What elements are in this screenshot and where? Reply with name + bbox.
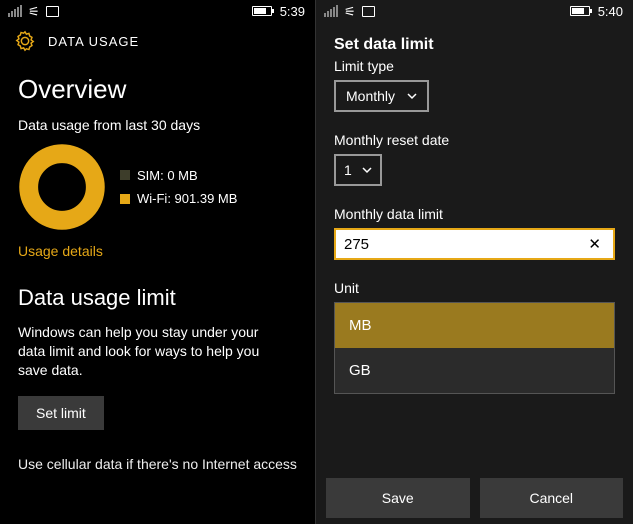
unit-option-mb[interactable]: MB <box>335 303 614 348</box>
overview-period: Data usage from last 30 days <box>18 117 299 133</box>
limit-type-select[interactable]: Monthly <box>334 80 429 112</box>
signal-icon <box>324 5 338 17</box>
signal-icon <box>8 5 22 17</box>
usage-donut-chart <box>18 143 106 231</box>
legend-wifi-label: Wi-Fi: 901.39 MB <box>137 187 237 210</box>
set-limit-button[interactable]: Set limit <box>18 396 104 430</box>
limit-type-label: Limit type <box>334 58 615 74</box>
gear-icon <box>14 30 36 52</box>
message-icon <box>362 6 375 17</box>
data-usage-screen: ⚟ 5:39 DATA USAGE Overview Data usage fr… <box>0 0 316 524</box>
unit-label: Unit <box>334 280 615 296</box>
message-icon <box>46 6 59 17</box>
usage-details-link[interactable]: Usage details <box>18 243 103 259</box>
legend-swatch-sim <box>120 170 130 180</box>
chevron-down-icon <box>362 165 372 175</box>
page-header: DATA USAGE <box>0 22 315 62</box>
legend-swatch-wifi <box>120 194 130 204</box>
wifi-icon: ⚟ <box>28 5 40 18</box>
status-bar: ⚟ 5:39 <box>0 0 315 22</box>
reset-date-select[interactable]: 1 <box>334 154 382 186</box>
legend-sim: SIM: 0 MB <box>120 164 237 187</box>
usage-legend: SIM: 0 MB Wi-Fi: 901.39 MB <box>120 164 237 211</box>
data-limit-input-wrap[interactable]: ✕ <box>334 228 615 260</box>
limit-heading: Data usage limit <box>18 285 299 311</box>
data-limit-input[interactable] <box>344 236 584 253</box>
status-bar: ⚟ 5:40 <box>316 0 633 22</box>
action-bar: Save Cancel <box>326 478 623 518</box>
battery-icon <box>252 6 272 16</box>
usage-chart-row: SIM: 0 MB Wi-Fi: 901.39 MB <box>18 143 299 231</box>
reset-date-value: 1 <box>344 162 352 178</box>
reset-date-label: Monthly reset date <box>334 132 615 148</box>
chevron-down-icon <box>407 91 417 101</box>
legend-sim-label: SIM: 0 MB <box>137 164 198 187</box>
unit-select-open[interactable]: MB GB <box>334 302 615 394</box>
form-title: Set data limit <box>334 36 615 54</box>
battery-icon <box>570 6 590 16</box>
limit-type-value: Monthly <box>346 88 395 104</box>
legend-wifi: Wi-Fi: 901.39 MB <box>120 187 237 210</box>
save-button[interactable]: Save <box>326 478 470 518</box>
clear-input-icon[interactable]: ✕ <box>584 235 605 253</box>
cancel-button[interactable]: Cancel <box>480 478 624 518</box>
clock: 5:39 <box>280 4 305 19</box>
wifi-icon: ⚟ <box>344 5 356 18</box>
data-limit-label: Monthly data limit <box>334 206 615 222</box>
clock: 5:40 <box>598 4 623 19</box>
page-title: DATA USAGE <box>48 34 139 49</box>
overview-heading: Overview <box>18 74 299 105</box>
cellular-footnote: Use cellular data if there's no Internet… <box>18 456 299 472</box>
set-data-limit-screen: ⚟ 5:40 Set data limit Limit type Monthly… <box>316 0 633 524</box>
unit-option-gb[interactable]: GB <box>335 348 614 393</box>
limit-description: Windows can help you stay under your dat… <box>18 323 278 380</box>
